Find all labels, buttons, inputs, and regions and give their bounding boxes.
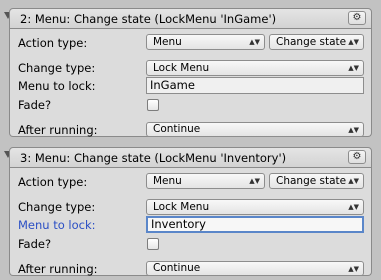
dropdown-arrow-icon: ▲▼ — [249, 38, 260, 46]
menu-to-lock-field[interactable]: InGame — [146, 77, 364, 94]
change-type-value: Lock Menu — [153, 201, 210, 213]
action-type-label: Action type: — [18, 36, 88, 50]
menu-to-lock-field[interactable]: Inventory — [146, 216, 364, 233]
action-name-dropdown[interactable]: Change state ▲▼ — [269, 34, 364, 50]
change-type-value: Lock Menu — [153, 62, 210, 74]
action-header-box[interactable]: 3: Menu: Change state (LockMenu 'Invento… — [9, 147, 372, 168]
after-running-dropdown[interactable]: Continue ▲▼ — [146, 261, 364, 276]
action-name-dropdown[interactable]: Change state ▲▼ — [269, 173, 364, 189]
fade-label: Fade? — [18, 98, 52, 112]
action-name-value: Change state — [276, 175, 347, 187]
dropdown-arrow-icon: ▲▼ — [348, 177, 359, 185]
dropdown-arrow-icon: ▲▼ — [348, 38, 359, 46]
after-running-dropdown[interactable]: Continue ▲▼ — [146, 122, 364, 137]
menu-to-lock-label: Menu to lock: — [18, 79, 96, 93]
action-title: 2: Menu: Change state (LockMenu 'InGame'… — [20, 12, 277, 26]
action-title: 3: Menu: Change state (LockMenu 'Invento… — [20, 151, 287, 165]
action-category-value: Menu — [153, 175, 182, 187]
dropdown-arrow-icon: ▲▼ — [348, 64, 359, 72]
change-type-dropdown[interactable]: Lock Menu ▲▼ — [146, 60, 364, 76]
dropdown-arrow-icon: ▲▼ — [249, 177, 260, 185]
fade-checkbox[interactable] — [147, 99, 159, 111]
gear-icon[interactable]: ⚙ — [348, 150, 366, 164]
change-type-dropdown[interactable]: Lock Menu ▲▼ — [146, 199, 364, 215]
action-body: Action type: Menu ▲▼ Change state ▲▼ Cha… — [9, 29, 372, 137]
change-type-label: Change type: — [18, 200, 96, 214]
after-running-value: Continue — [153, 123, 201, 135]
action-category-dropdown[interactable]: Menu ▲▼ — [146, 173, 265, 189]
after-running-label: After running: — [18, 123, 98, 137]
action-header[interactable]: 3: Menu: Change state (LockMenu 'Invento… — [0, 146, 381, 168]
action-type-label: Action type: — [18, 175, 88, 189]
action-category-dropdown[interactable]: Menu ▲▼ — [146, 34, 265, 50]
action-category-value: Menu — [153, 36, 182, 48]
after-running-label: After running: — [18, 262, 98, 276]
fade-checkbox[interactable] — [147, 238, 159, 250]
change-type-label: Change type: — [18, 61, 96, 75]
menu-to-lock-label: Menu to lock: — [18, 218, 96, 232]
after-running-value: Continue — [153, 262, 201, 274]
action-header[interactable]: 2: Menu: Change state (LockMenu 'InGame'… — [0, 7, 381, 29]
action-header-box[interactable]: 2: Menu: Change state (LockMenu 'InGame'… — [9, 8, 372, 29]
action-body: Action type: Menu ▲▼ Change state ▲▼ Cha… — [9, 168, 372, 276]
dropdown-arrow-icon: ▲▼ — [348, 265, 359, 273]
dropdown-arrow-icon: ▲▼ — [348, 126, 359, 134]
dropdown-arrow-icon: ▲▼ — [348, 203, 359, 211]
fade-label: Fade? — [18, 237, 52, 251]
action-name-value: Change state — [276, 36, 347, 48]
gear-icon[interactable]: ⚙ — [348, 11, 366, 25]
